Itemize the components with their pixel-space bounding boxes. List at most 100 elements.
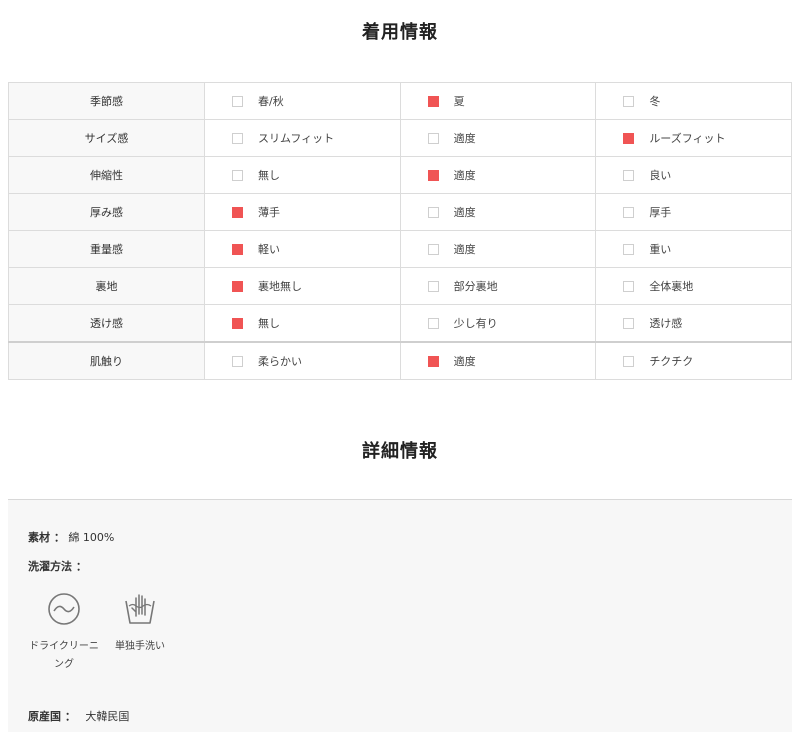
checked-box-icon (623, 132, 635, 144)
fit-option: 透け感 (596, 315, 791, 331)
checked-box-icon (232, 243, 243, 255)
fit-option-label: 無し (258, 317, 280, 330)
fit-option-cell: 適度 (399, 230, 597, 268)
fit-row: 透け感 無し 少し有り 透け感 (8, 304, 792, 343)
fit-option: チクチク (596, 353, 791, 369)
fit-option: 軽い (205, 241, 400, 257)
fit-option-cell: 厚手 (595, 193, 792, 231)
fit-option-label: 重い (649, 243, 672, 256)
fit-option: 重い (596, 241, 791, 257)
fit-option-label: ルーズフィット (649, 132, 726, 145)
fit-option-label: 適度 (453, 132, 476, 145)
care-item-dry-clean: ドライクリーニング (29, 592, 99, 674)
fit-option-label: 適度 (453, 355, 476, 368)
fit-row: 季節感 春/秋 夏 冬 (8, 82, 792, 120)
fit-option-cell: 適度 (399, 119, 597, 157)
checked-box-icon (427, 169, 439, 181)
fit-option-label: 春/秋 (258, 95, 284, 108)
checked-box-icon (427, 355, 439, 367)
fit-option-label: 無し (258, 169, 280, 182)
dry-clean-icon (48, 593, 80, 625)
fit-option: 部分裏地 (401, 278, 596, 294)
checked-box-icon (427, 95, 439, 107)
origin-row: 原産国 ： 大韓民国 (28, 708, 129, 724)
fit-option-cell: 適度 (399, 156, 597, 194)
fit-option-cell: ルーズフィット (595, 119, 792, 157)
fit-option: 春/秋 (205, 93, 400, 109)
fit-option-label: 厚手 (649, 206, 672, 219)
fit-option-label: 適度 (453, 169, 476, 182)
unchecked-box-icon (232, 355, 243, 367)
fit-row-label: 透け感 (8, 304, 205, 343)
fit-option-label: 薄手 (258, 206, 280, 219)
fit-option: 良い (596, 167, 791, 183)
care-item-hand-wash: 単独手洗い (105, 592, 175, 656)
fit-option-cell: 無し (204, 156, 401, 194)
unchecked-box-icon (623, 317, 635, 329)
unchecked-box-icon (427, 206, 439, 218)
fit-row-label: 季節感 (8, 82, 205, 120)
care-item-label: ドライクリーニング (29, 641, 99, 670)
material-label: 素材 ： (28, 531, 65, 544)
fit-option-cell: 透け感 (595, 304, 792, 343)
fit-option-label: 全体裏地 (649, 280, 694, 293)
fit-option: 無し (205, 315, 400, 331)
fit-option-label: 良い (649, 169, 672, 182)
fit-option-label: 適度 (453, 206, 476, 219)
unchecked-box-icon (623, 243, 635, 255)
origin-value: 大韓民国 (85, 710, 130, 723)
fit-option: 夏 (401, 93, 596, 109)
fit-option-cell: 春/秋 (204, 82, 401, 120)
fit-option: 裏地無し (205, 278, 400, 294)
fit-option: 厚手 (596, 204, 791, 220)
material-row: 素材 ： 綿 100% (28, 529, 114, 545)
unchecked-box-icon (427, 317, 439, 329)
unchecked-box-icon (623, 169, 635, 181)
fit-row: 厚み感 薄手 適度 厚手 (8, 193, 792, 231)
fit-option: 適度 (401, 353, 596, 369)
fit-option-cell: スリムフィット (204, 119, 401, 157)
unchecked-box-icon (232, 169, 243, 181)
fit-option-cell: 薄手 (204, 193, 401, 231)
fit-row-label: 重量感 (8, 230, 205, 268)
fit-row: 重量感 軽い 適度 重い (8, 230, 792, 268)
fit-option-cell: 全体裏地 (595, 267, 792, 305)
origin-label: 原産国 ： (28, 710, 76, 723)
fit-option-cell: 適度 (399, 193, 597, 231)
fit-option: 少し有り (401, 315, 596, 331)
hand-wash-icon (125, 594, 155, 624)
fit-option-label: 適度 (453, 243, 476, 256)
unchecked-box-icon (232, 95, 243, 107)
unchecked-box-icon (427, 132, 439, 144)
fit-option-cell: 無し (204, 304, 401, 343)
fit-option: 無し (205, 167, 400, 183)
fit-info-table: 季節感 春/秋夏冬サイズ感 スリムフィット 適度 ルーズフィット 伸縮性 無し 適度 良い 厚み感… (8, 82, 792, 380)
fit-option-cell: チクチク (595, 341, 792, 380)
detail-info-title: 詳細情報 (362, 441, 438, 462)
fit-row-label: 裏地 (8, 267, 205, 305)
fit-option-label: 冬 (649, 95, 661, 108)
fit-option-label: 部分裏地 (453, 280, 498, 293)
unchecked-box-icon (427, 243, 439, 255)
unchecked-box-icon (427, 280, 439, 292)
fit-row: サイズ感 スリムフィット 適度 ルーズフィット (8, 119, 792, 157)
fit-option: 柔らかい (205, 353, 400, 369)
fit-row: 肌触り 柔らかい 適度 チクチク (8, 341, 792, 380)
fit-option-cell: 冬 (595, 82, 792, 120)
fit-option-cell: 部分裏地 (399, 267, 597, 305)
fit-option: 全体裏地 (596, 278, 791, 294)
fit-row: 伸縮性 無し 適度 良い (8, 156, 792, 194)
fit-option-label: 少し有り (453, 317, 498, 330)
checked-box-icon (232, 206, 243, 218)
fit-option-label: 裏地無し (258, 280, 302, 293)
fit-option: 適度 (401, 204, 596, 220)
fit-option: ルーズフィット (596, 130, 791, 146)
fit-option-cell: 少し有り (399, 304, 597, 343)
wash-row: 洗濯方法 ： (28, 558, 87, 574)
fit-option: スリムフィット (205, 130, 400, 146)
fit-option-label: チクチク (649, 355, 694, 368)
wear-info-title: 着用情報 (362, 22, 438, 43)
fit-option: 薄手 (205, 204, 400, 220)
unchecked-box-icon (623, 206, 635, 218)
fit-row-label: 肌触り (8, 341, 205, 380)
